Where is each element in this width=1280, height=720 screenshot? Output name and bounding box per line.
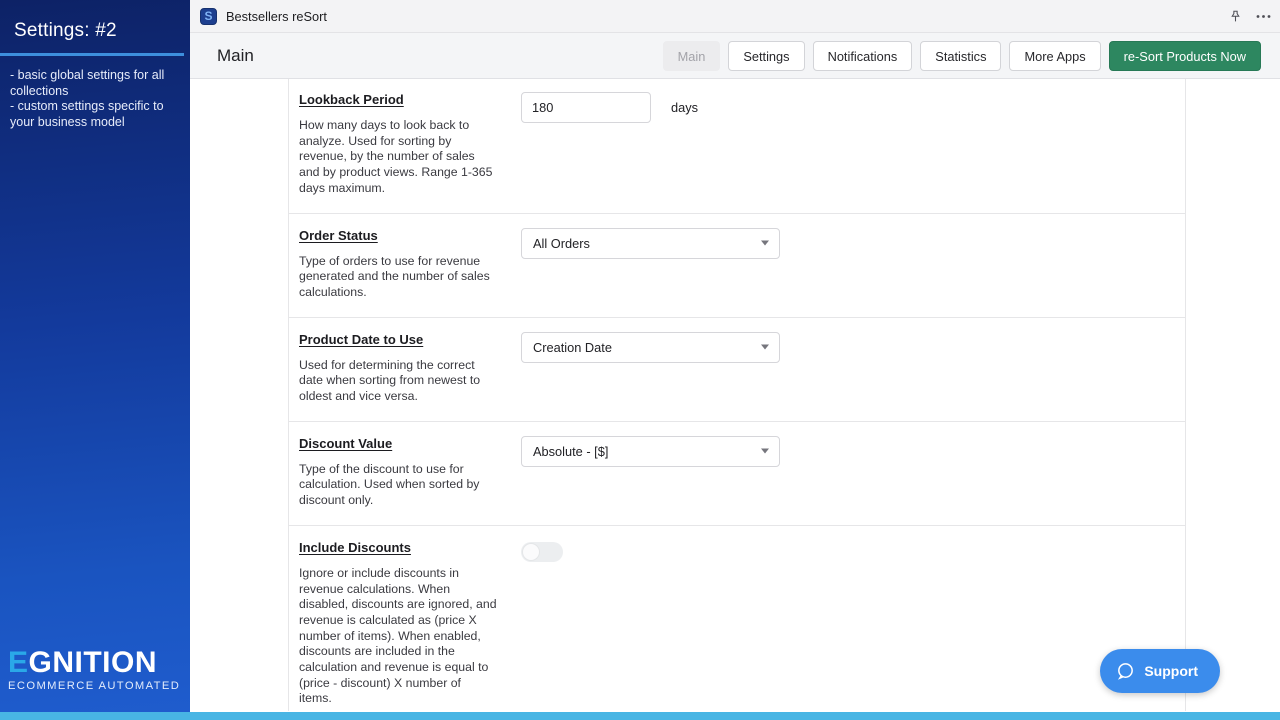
setting-row-lookback-period: Lookback Period How many days to look ba… [289, 79, 1185, 214]
app-window: S Bestsellers reSort Main [190, 0, 1280, 712]
setting-label-order-status: Order Status [299, 228, 497, 243]
app-titlebar: S Bestsellers reSort [190, 0, 1280, 33]
lookback-period-input[interactable] [521, 92, 651, 123]
setting-text-lookback-period: Lookback Period How many days to look ba… [289, 92, 511, 197]
nav-button-statistics[interactable]: Statistics [920, 41, 1001, 71]
nav-button-more-apps[interactable]: More Apps [1009, 41, 1100, 71]
discount-value-selected-value: Absolute - [$] [533, 444, 608, 459]
page-title: Main [217, 46, 254, 66]
app-logo-icon: S [200, 8, 217, 25]
setting-control-discount-value: Absolute - [$] [511, 436, 1185, 509]
setting-description-lookback-period: How many days to look back to analyze. U… [299, 118, 497, 197]
more-horizontal-icon[interactable] [1254, 8, 1272, 26]
bottom-status-strip [0, 712, 1280, 720]
setting-row-product-date-to-use: Product Date to Use Used for determining… [289, 318, 1185, 422]
setting-control-order-status: All Orders [511, 228, 1185, 301]
titlebar-actions [1226, 0, 1272, 33]
logo-letter-e: E [8, 646, 29, 679]
order-status-select[interactable]: All Orders [521, 228, 780, 259]
setting-control-include-discounts [511, 540, 1185, 707]
logo-tagline: ECOMMERCE AUTOMATED [8, 680, 182, 692]
pin-icon[interactable] [1226, 8, 1244, 26]
setting-row-include-discounts: Include Discounts Ignore or include disc… [289, 526, 1185, 711]
sidebar-description: - basic global settings for all collecti… [0, 56, 190, 130]
support-label: Support [1144, 663, 1198, 679]
nav-button-main[interactable]: Main [663, 41, 721, 71]
settings-card: Lookback Period How many days to look ba… [288, 79, 1186, 711]
discount-value-select[interactable]: Absolute - [$] [521, 436, 780, 467]
nav-buttons: Main Settings Notifications Statistics M… [663, 41, 1261, 71]
app-name-label: Bestsellers reSort [226, 9, 327, 24]
setting-description-discount-value: Type of the discount to use for calculat… [299, 462, 497, 509]
settings-content: Lookback Period How many days to look ba… [190, 79, 1280, 711]
setting-description-order-status: Type of orders to use for revenue genera… [299, 254, 497, 301]
toggle-knob [522, 543, 540, 561]
include-discounts-toggle[interactable] [521, 542, 563, 562]
nav-button-notifications[interactable]: Notifications [813, 41, 913, 71]
setting-text-order-status: Order Status Type of orders to use for r… [289, 228, 511, 301]
egnition-logo: EGNITION ECOMMERCE AUTOMATED [8, 647, 182, 692]
sidebar: Settings: #2 - basic global settings for… [0, 0, 190, 712]
resort-products-now-button[interactable]: re-Sort Products Now [1109, 41, 1261, 71]
support-button[interactable]: Support [1100, 649, 1220, 693]
setting-control-product-date-to-use: Creation Date [511, 332, 1185, 405]
chevron-down-icon [761, 241, 769, 246]
setting-label-discount-value: Discount Value [299, 436, 497, 451]
product-date-to-use-select[interactable]: Creation Date [521, 332, 780, 363]
setting-row-discount-value: Discount Value Type of the discount to u… [289, 422, 1185, 526]
setting-description-include-discounts: Ignore or include discounts in revenue c… [299, 566, 497, 707]
chevron-down-icon [761, 449, 769, 454]
setting-text-product-date-to-use: Product Date to Use Used for determining… [289, 332, 511, 405]
sidebar-title: Settings: #2 [0, 0, 190, 42]
setting-description-product-date-to-use: Used for determining the correct date wh… [299, 358, 497, 405]
order-status-selected-value: All Orders [533, 236, 590, 251]
nav-button-settings[interactable]: Settings [728, 41, 804, 71]
setting-text-include-discounts: Include Discounts Ignore or include disc… [289, 540, 511, 707]
chat-bubble-icon [1116, 662, 1135, 681]
setting-text-discount-value: Discount Value Type of the discount to u… [289, 436, 511, 509]
setting-label-product-date-to-use: Product Date to Use [299, 332, 497, 347]
product-date-to-use-selected-value: Creation Date [533, 340, 612, 355]
logo-letters-rest: GNITION [29, 646, 158, 679]
setting-row-order-status: Order Status Type of orders to use for r… [289, 214, 1185, 318]
logo-wordmark: EGNITION [8, 647, 182, 679]
setting-label-lookback-period: Lookback Period [299, 92, 497, 107]
screen: Settings: #2 - basic global settings for… [0, 0, 1280, 720]
page-header: Main Main Settings Notifications Statist… [190, 33, 1280, 79]
setting-label-include-discounts: Include Discounts [299, 540, 497, 555]
lookback-period-unit: days [671, 100, 698, 115]
setting-control-lookback-period: days [511, 92, 1185, 197]
chevron-down-icon [761, 345, 769, 350]
